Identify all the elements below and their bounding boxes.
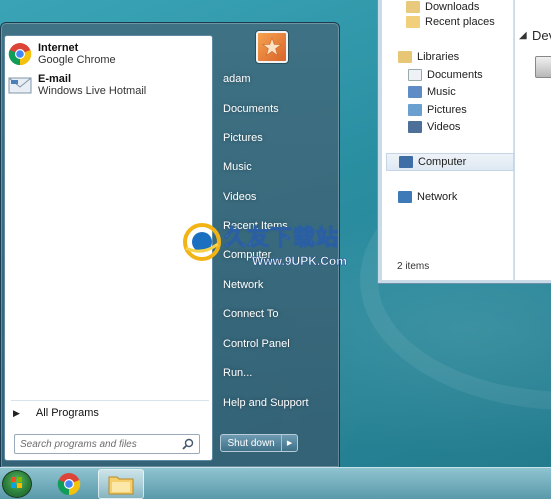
folder-icon: [108, 476, 134, 495]
music-icon: [408, 86, 422, 98]
nav-item-label: Computer: [418, 156, 467, 168]
nav-item-label: Documents: [427, 69, 483, 81]
pinned-item-email[interactable]: E-mail Windows Live Hotmail: [8, 71, 208, 99]
nav-item-label: Libraries: [417, 51, 460, 63]
search-icon[interactable]: [182, 438, 194, 450]
nav-item-label: Network: [417, 191, 458, 203]
nav-item-libraries[interactable]: Libraries: [398, 48, 459, 66]
search-input[interactable]: [20, 436, 180, 452]
explorer-window: Downloads Recent places Libraries Docume…: [377, 0, 551, 284]
content-pane: ◢ Dev: [515, 0, 551, 280]
mail-icon: [8, 77, 32, 94]
chrome-icon: [8, 43, 32, 66]
pinned-item-title: E-mail: [38, 73, 72, 85]
nav-item-label: Music: [427, 86, 456, 98]
nav-item-documents[interactable]: Documents: [408, 66, 483, 84]
right-item-run[interactable]: Run...: [223, 363, 252, 383]
nav-item-computer[interactable]: Computer: [386, 153, 514, 171]
right-item-documents[interactable]: Documents: [223, 99, 279, 119]
network-icon: [398, 191, 412, 203]
right-item-connect-to[interactable]: Connect To: [223, 304, 278, 324]
nav-item-music[interactable]: Music: [408, 83, 456, 101]
nav-item-network[interactable]: Network: [398, 188, 457, 206]
taskbar-explorer-button[interactable]: [98, 469, 144, 499]
shutdown-button-group: Shut down ▶: [220, 434, 298, 452]
right-item-control-panel[interactable]: Control Panel: [223, 334, 290, 354]
navigation-pane: Downloads Recent places Libraries Docume…: [382, 0, 514, 280]
right-item-videos[interactable]: Videos: [223, 187, 256, 207]
watermark-text: 久友下载站: [223, 226, 340, 252]
status-bar-text: 2 items: [397, 261, 430, 272]
watermark-url: Www.9UPK.Com: [252, 254, 347, 269]
taskbar-chrome-button[interactable]: [46, 469, 92, 499]
pinned-item-internet[interactable]: Internet Google Chrome: [8, 40, 208, 68]
recent-places-icon: [406, 16, 420, 28]
pinned-item-title: Internet: [38, 42, 79, 54]
pinned-item-subtitle: Windows Live Hotmail: [38, 85, 147, 97]
nav-item-label: Pictures: [427, 104, 467, 116]
nav-item-pictures[interactable]: Pictures: [408, 101, 467, 119]
computer-icon: [399, 156, 413, 168]
arrow-right-icon: ▶: [13, 407, 20, 418]
right-item-pictures[interactable]: Pictures: [223, 128, 263, 148]
drive-icon[interactable]: [535, 56, 551, 78]
separator: [11, 400, 209, 401]
chrome-icon: [57, 473, 81, 496]
watermark: 久友下载站 Www.9UPK.Com: [182, 218, 357, 276]
all-programs-label: All Programs: [35, 407, 99, 419]
nav-item-videos[interactable]: Videos: [408, 118, 460, 136]
windows-logo-icon: [11, 477, 22, 488]
nav-item-label: Recent places: [425, 16, 495, 28]
right-item-help-support[interactable]: Help and Support: [223, 393, 309, 413]
libraries-icon: [398, 51, 412, 63]
nav-item-label: Videos: [427, 121, 461, 133]
nav-item-label: Downloads: [425, 1, 480, 13]
right-item-network[interactable]: Network: [223, 275, 263, 295]
shutdown-button[interactable]: Shut down: [221, 435, 283, 451]
pinned-item-subtitle: Google Chrome: [38, 54, 116, 66]
start-button[interactable]: [2, 470, 32, 498]
documents-icon: [408, 69, 422, 81]
taskbar: [0, 467, 551, 499]
watermark-logo-icon: [183, 223, 221, 261]
collapse-arrow-icon[interactable]: ◢: [519, 30, 527, 41]
search-box[interactable]: [14, 434, 200, 454]
videos-icon: [408, 121, 422, 133]
pictures-icon: [408, 104, 422, 116]
nav-item-recent-places[interactable]: Recent places: [406, 13, 495, 31]
all-programs-button[interactable]: ▶ All Programs: [13, 405, 99, 421]
downloads-folder-icon: [406, 1, 420, 13]
shutdown-options-arrow-icon[interactable]: ▶: [282, 435, 297, 451]
right-item-music[interactable]: Music: [223, 157, 252, 177]
devices-group-header[interactable]: Dev: [532, 28, 551, 43]
right-item-user[interactable]: adam: [223, 69, 251, 89]
